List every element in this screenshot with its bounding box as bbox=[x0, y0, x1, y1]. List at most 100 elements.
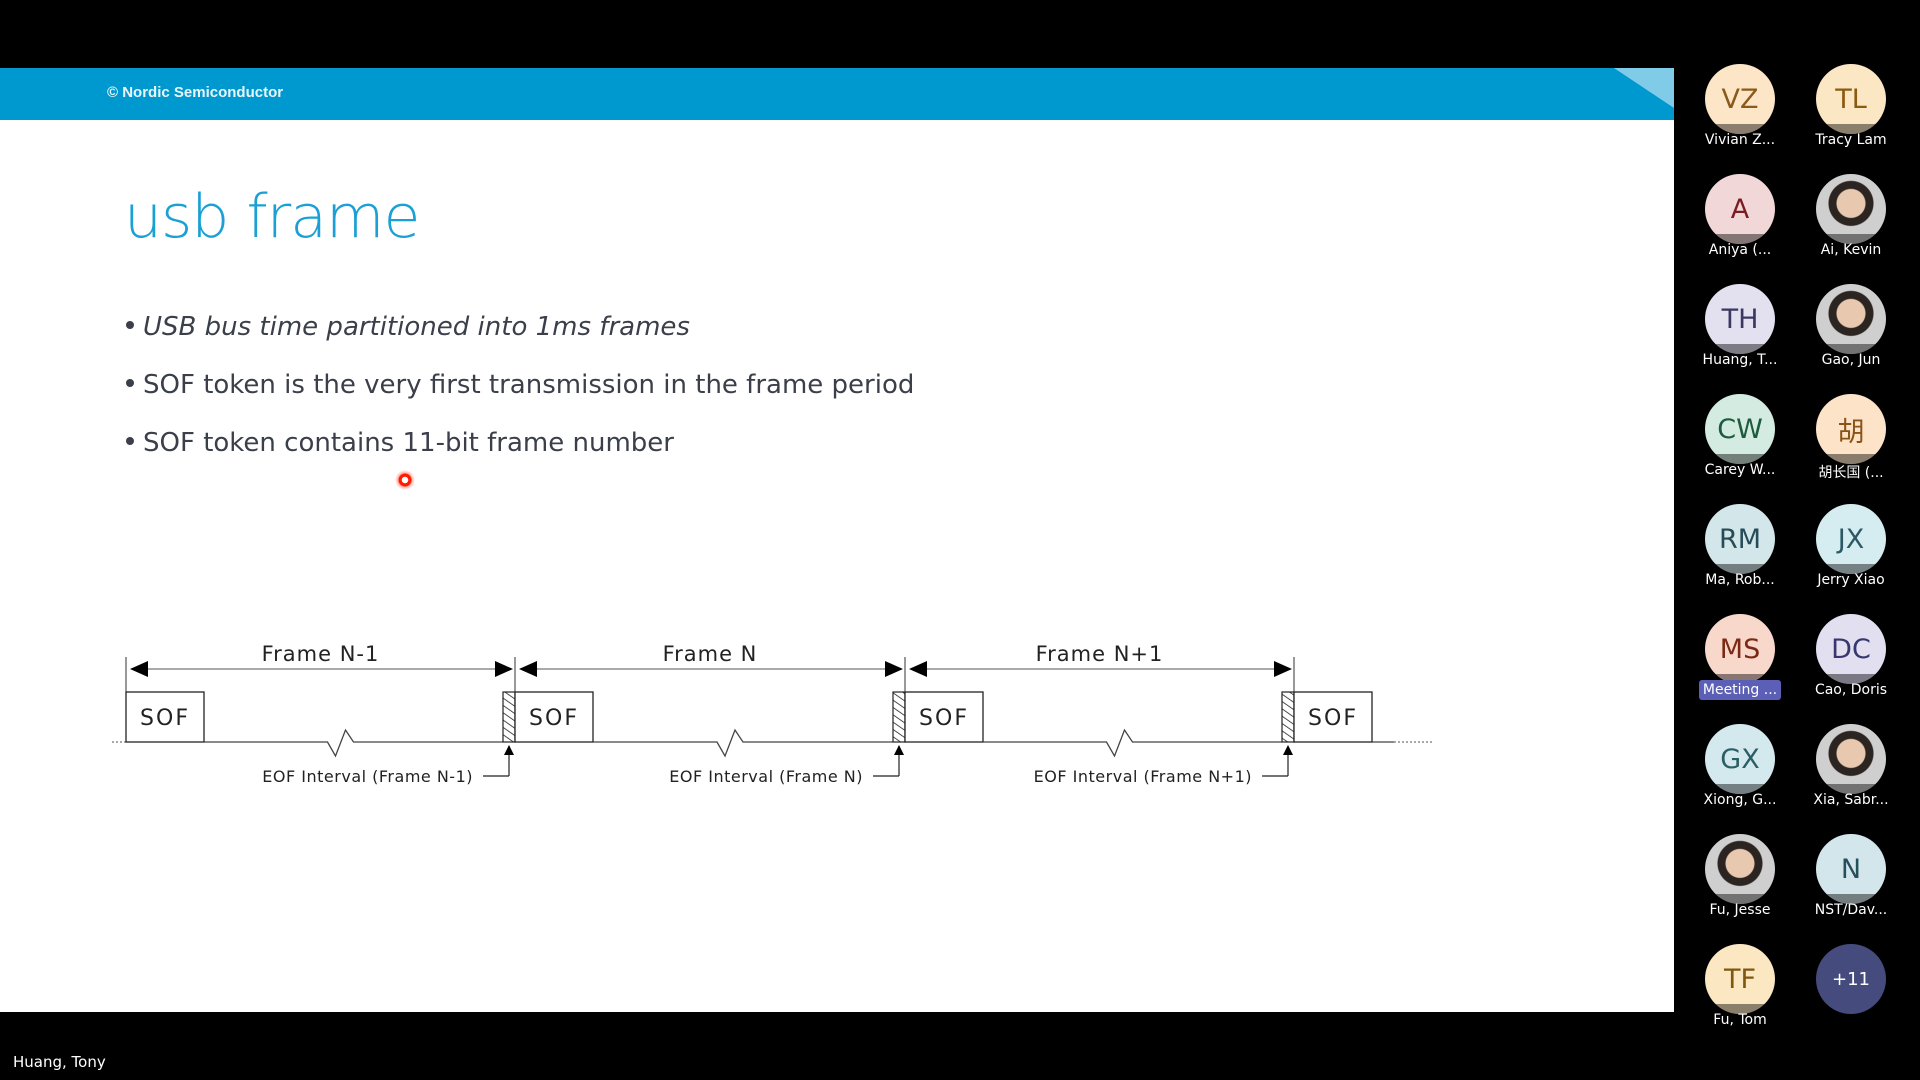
participant-initials-avatar: TH bbox=[1705, 284, 1775, 354]
participant-name-row: Tracy Lam bbox=[1796, 132, 1906, 148]
eof-interval-label: EOF Interval (Frame N) bbox=[669, 767, 863, 786]
participant-tile[interactable]: GX Xiong, G... bbox=[1685, 724, 1795, 808]
participant-name: Gao, Jun bbox=[1821, 352, 1881, 368]
participant-initials-avatar: RM bbox=[1705, 504, 1775, 574]
arrow-left-head bbox=[130, 661, 148, 677]
participant-initials-avatar: MS bbox=[1705, 614, 1775, 684]
participant-name: Vivian Z... bbox=[1704, 132, 1776, 148]
more-participants-count: +11 bbox=[1816, 944, 1886, 1014]
participant-photo-avatar bbox=[1816, 724, 1886, 794]
more-participants-button[interactable]: +11 bbox=[1796, 944, 1906, 1014]
eof-interval-block bbox=[502, 691, 516, 743]
participant-name: Meeting ... bbox=[1698, 680, 1782, 700]
participant-name-row: Fu, Jesse bbox=[1685, 902, 1795, 918]
participant-tile[interactable]: Gao, Jun bbox=[1796, 284, 1906, 368]
participant-name-row: Ma, Rob... bbox=[1685, 572, 1795, 588]
eof-interval-label: EOF Interval (Frame N+1) bbox=[1034, 767, 1252, 786]
arrow-left-head bbox=[909, 661, 927, 677]
participant-photo-avatar bbox=[1816, 174, 1886, 244]
participant-name: Xia, Sabr... bbox=[1813, 792, 1889, 808]
participant-name-row: Cao, Doris bbox=[1796, 682, 1906, 698]
eof-interval-block bbox=[1281, 691, 1295, 743]
frame-label: Frame N+1 bbox=[1036, 642, 1164, 666]
participant-name-row: Aniya (... bbox=[1685, 242, 1795, 258]
participant-name: Tracy Lam bbox=[1815, 132, 1887, 148]
participant-name: Fu, Tom bbox=[1713, 1012, 1767, 1028]
participant-name-row: Fu, Tom bbox=[1685, 1012, 1795, 1028]
participant-name-row: Huang, T... bbox=[1685, 352, 1795, 368]
frame-label: Frame N bbox=[663, 642, 758, 666]
participants-panel: VZ Vivian Z... TL Tracy Lam A Aniya (... Ai, K… bbox=[1674, 0, 1920, 1080]
participant-initials: CW bbox=[1717, 413, 1763, 445]
eof-pointer-head bbox=[1283, 745, 1293, 755]
arrow-left-head bbox=[519, 661, 537, 677]
participant-tile[interactable]: 胡胡长国 (... bbox=[1796, 394, 1906, 482]
participant-photo-avatar bbox=[1705, 834, 1775, 904]
sof-label: SOF bbox=[1308, 706, 1358, 731]
participant-initials: VZ bbox=[1721, 83, 1759, 115]
participant-name-row: Vivian Z... bbox=[1685, 132, 1795, 148]
participant-name-row: 胡长国 (... bbox=[1796, 462, 1906, 482]
sof-label: SOF bbox=[919, 706, 969, 731]
eof-pointer-head bbox=[894, 745, 904, 755]
participant-tile[interactable]: CW Carey W... bbox=[1685, 394, 1795, 478]
participant-name: Aniya (... bbox=[1708, 242, 1772, 258]
participant-name-row: Ai, Kevin bbox=[1796, 242, 1906, 258]
participant-initials: TH bbox=[1721, 303, 1759, 335]
participant-tile[interactable]: Ai, Kevin bbox=[1796, 174, 1906, 258]
participant-tile[interactable]: JX Jerry Xiao bbox=[1796, 504, 1906, 588]
participant-name: Xiong, G... bbox=[1703, 792, 1777, 808]
presenter-name-label: Huang, Tony bbox=[13, 1053, 106, 1071]
participant-initials: JX bbox=[1837, 523, 1865, 555]
participant-initials-avatar: A bbox=[1705, 174, 1775, 244]
participant-photo-avatar bbox=[1816, 284, 1886, 354]
arrow-right-head bbox=[495, 661, 513, 677]
arrow-right-head bbox=[1274, 661, 1292, 677]
bus-idle-line bbox=[593, 728, 893, 758]
participant-initials-avatar: DC bbox=[1816, 614, 1886, 684]
shared-slide: © Nordic Semiconductor usb frame USB bus… bbox=[0, 68, 1674, 1012]
bus-idle-line bbox=[204, 728, 503, 758]
participant-tile[interactable]: N NST/Dav... bbox=[1796, 834, 1906, 918]
participant-initials: TL bbox=[1835, 83, 1867, 115]
participant-tile[interactable]: MS Meeting ... bbox=[1685, 614, 1795, 700]
participant-tile[interactable]: RM Ma, Rob... bbox=[1685, 504, 1795, 588]
eof-pointer-head bbox=[504, 745, 514, 755]
participant-name-row: Xiong, G... bbox=[1685, 792, 1795, 808]
participant-initials: N bbox=[1840, 853, 1862, 885]
participant-tile[interactable]: TH Huang, T... bbox=[1685, 284, 1795, 368]
participant-name: 胡长国 (... bbox=[1818, 465, 1884, 481]
participant-name: Jerry Xiao bbox=[1817, 572, 1885, 588]
participant-tile[interactable]: TF Fu, Tom bbox=[1685, 944, 1795, 1028]
sof-label: SOF bbox=[140, 706, 190, 731]
participant-initials-avatar: JX bbox=[1816, 504, 1886, 574]
participant-tile[interactable]: Xia, Sabr... bbox=[1796, 724, 1906, 808]
participant-name: Cao, Doris bbox=[1814, 682, 1888, 698]
participant-name: Huang, T... bbox=[1702, 352, 1778, 368]
participant-tile[interactable]: Fu, Jesse bbox=[1685, 834, 1795, 918]
participant-initials-avatar: 胡 bbox=[1816, 394, 1886, 464]
participant-initials-avatar: N bbox=[1816, 834, 1886, 904]
participant-name-row: Carey W... bbox=[1685, 462, 1795, 478]
laser-pointer bbox=[395, 470, 415, 490]
participant-name-row: NST/Dav... bbox=[1796, 902, 1906, 918]
participant-name: Carey W... bbox=[1704, 462, 1776, 478]
eof-interval-block bbox=[892, 691, 906, 743]
bus-idle-line bbox=[983, 728, 1282, 758]
participant-tile[interactable]: VZ Vivian Z... bbox=[1685, 64, 1795, 148]
arrow-right-head bbox=[885, 661, 903, 677]
participant-initials: TF bbox=[1723, 963, 1757, 995]
participant-initials: MS bbox=[1719, 633, 1761, 665]
participant-tile[interactable]: TL Tracy Lam bbox=[1796, 64, 1906, 148]
participant-name: Ma, Rob... bbox=[1705, 572, 1775, 588]
participant-initials-avatar: GX bbox=[1705, 724, 1775, 794]
participant-initials-avatar: TF bbox=[1705, 944, 1775, 1014]
usb-frame-diagram: SOF Frame N-1 EOF Interval (Frame N-1) SOF F… bbox=[112, 642, 1434, 786]
participant-tile[interactable]: A Aniya (... bbox=[1685, 174, 1795, 258]
participant-initials: 胡 bbox=[1837, 416, 1865, 448]
participant-initials: GX bbox=[1720, 743, 1760, 775]
sof-label: SOF bbox=[529, 706, 579, 731]
participant-name: Fu, Jesse bbox=[1709, 902, 1771, 918]
participant-tile[interactable]: DC Cao, Doris bbox=[1796, 614, 1906, 698]
participant-initials-avatar: VZ bbox=[1705, 64, 1775, 134]
